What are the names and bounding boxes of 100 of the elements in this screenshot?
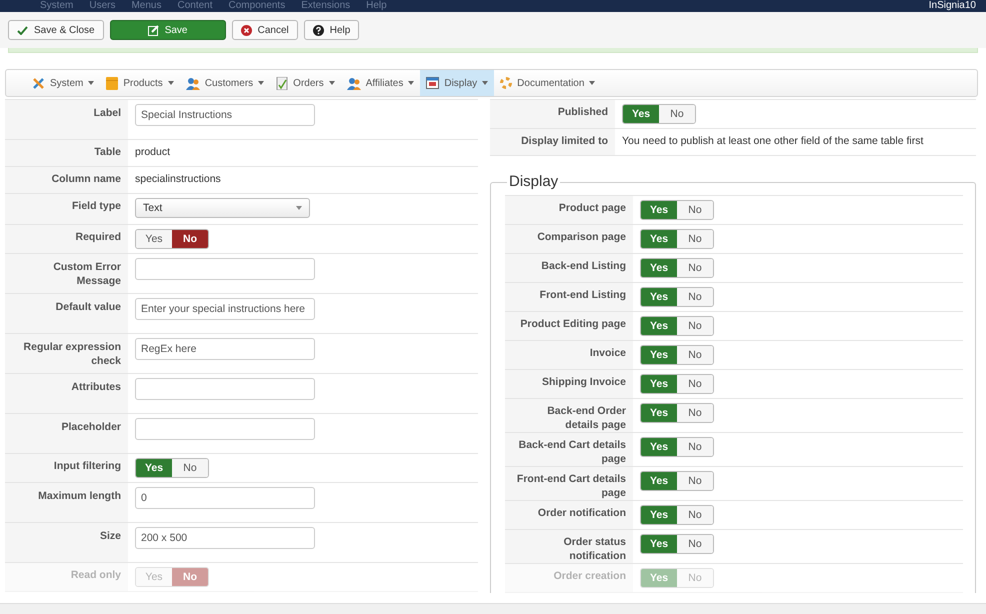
- toggle-option[interactable]: Yes: [641, 346, 677, 364]
- tools-icon: [32, 76, 45, 90]
- toggle-option[interactable]: No: [677, 317, 713, 335]
- field-label: Maximum length: [38, 489, 121, 504]
- section-title: Display: [507, 173, 560, 191]
- field-label: Size: [100, 529, 121, 544]
- toggle-option[interactable]: Yes: [641, 201, 677, 219]
- toggle-option[interactable]: Yes: [136, 459, 172, 477]
- toggle-option[interactable]: No: [172, 230, 208, 248]
- caret-icon: [88, 81, 94, 85]
- toggle-option[interactable]: Yes: [641, 535, 677, 553]
- field-label: Regular expression check: [22, 340, 121, 369]
- text-input[interactable]: RegEx here: [135, 338, 315, 360]
- field-label: Field type: [72, 199, 121, 214]
- field-label: Back-end Listing: [541, 259, 626, 274]
- field-value: You need to publish at least one other field of the same table first: [622, 134, 924, 149]
- toggle-option[interactable]: No: [677, 288, 713, 306]
- toggle-option[interactable]: Yes: [641, 506, 677, 524]
- toggle-option[interactable]: No: [677, 404, 713, 422]
- field-value: specialinstructions: [135, 172, 221, 187]
- toggle-option[interactable]: No: [677, 201, 713, 219]
- cancel-icon: [240, 24, 252, 36]
- field-label: Input filtering: [54, 459, 121, 474]
- field-label: Comparison page: [537, 230, 626, 245]
- toggle-option[interactable]: Yes: [623, 105, 659, 123]
- field-label: Display limited to: [521, 134, 608, 149]
- menu-tab[interactable]: Display: [420, 70, 494, 96]
- caret-icon: [168, 81, 174, 85]
- toggle-option[interactable]: Yes: [641, 317, 677, 335]
- toggle-option[interactable]: No: [677, 506, 713, 524]
- field-label: Product Editing page: [520, 317, 626, 332]
- toggle-option[interactable]: No: [659, 105, 695, 123]
- caret-icon: [258, 81, 264, 85]
- caret-icon: [408, 81, 414, 85]
- lifebuoy-icon: [500, 77, 512, 89]
- menu-tab[interactable]: Orders: [270, 70, 341, 96]
- text-input[interactable]: 200 x 500: [135, 527, 315, 549]
- toggle-option[interactable]: Yes: [641, 230, 677, 248]
- user-name[interactable]: InSignia10: [928, 0, 976, 12]
- text-input[interactable]: [135, 378, 315, 400]
- toggle-option[interactable]: No: [677, 535, 713, 553]
- menu-tab[interactable]: Products: [100, 70, 180, 96]
- toggle-option[interactable]: No: [677, 375, 713, 393]
- cancel-button[interactable]: Cancel: [232, 20, 298, 40]
- people-icon: [346, 76, 361, 90]
- menu-tab[interactable]: System: [26, 70, 100, 96]
- toggle-option[interactable]: Yes: [641, 259, 677, 277]
- help-icon: [312, 24, 324, 36]
- toggle-option[interactable]: Yes: [641, 438, 677, 456]
- field-label: Published: [558, 105, 608, 120]
- field-label: Order creation: [554, 569, 626, 584]
- window-icon: [426, 77, 440, 89]
- field-label: Table: [94, 145, 121, 160]
- toggle-option[interactable]: Yes: [641, 375, 677, 393]
- field-label: Order notification: [538, 506, 626, 521]
- menu-tab[interactable]: Affiliates: [340, 70, 420, 96]
- text-input[interactable]: Enter your special instructions here: [135, 298, 315, 320]
- save-button[interactable]: Save: [110, 20, 226, 40]
- toggle-option[interactable]: Yes: [641, 404, 677, 422]
- edit-icon: [148, 24, 159, 36]
- toggle-option[interactable]: Yes: [641, 288, 677, 306]
- toggle-option[interactable]: Yes: [641, 472, 677, 490]
- menu-tab[interactable]: Customers: [180, 70, 270, 96]
- field-label: Invoice: [590, 346, 626, 361]
- field-label: Order status notification: [562, 535, 626, 563]
- field-label: Column name: [52, 172, 121, 187]
- text-input[interactable]: 0: [135, 487, 315, 509]
- toggle-option[interactable]: No: [677, 230, 713, 248]
- toggle-option[interactable]: No: [677, 259, 713, 277]
- field-label: Attributes: [71, 380, 121, 395]
- field-label: Read only: [70, 568, 121, 583]
- field-label: Back-end Order details page: [546, 404, 626, 432]
- toggle-option[interactable]: Yes: [136, 230, 172, 248]
- toggle-option[interactable]: No: [172, 459, 208, 477]
- field-label: Front-end Listing: [540, 288, 626, 303]
- check-icon: [17, 26, 28, 34]
- caret-icon: [482, 81, 488, 85]
- text-input[interactable]: [135, 418, 315, 440]
- text-input[interactable]: Special Instructions: [135, 104, 315, 126]
- toggle-option[interactable]: No: [677, 438, 713, 456]
- field-label: Front-end Cart details page: [516, 472, 626, 500]
- field-type-select[interactable]: Text: [135, 198, 310, 218]
- field-label: Product page: [558, 201, 626, 216]
- help-button[interactable]: Help: [304, 20, 360, 40]
- text-input[interactable]: [135, 258, 315, 280]
- box-icon: [106, 76, 118, 90]
- menu-tab[interactable]: Documentation: [494, 70, 602, 96]
- field-label: Required: [75, 230, 121, 245]
- field-label: Label: [94, 106, 121, 121]
- field-value: product: [135, 145, 170, 160]
- field-label: Shipping Invoice: [542, 375, 626, 390]
- toggle-option[interactable]: No: [677, 472, 713, 490]
- caret-icon: [296, 206, 302, 210]
- toggle-option[interactable]: No: [677, 346, 713, 364]
- save-close-button[interactable]: Save & Close: [8, 20, 104, 40]
- caret-icon: [589, 81, 596, 85]
- field-label: Placeholder: [61, 420, 121, 435]
- field-label: Custom Error Message: [52, 260, 121, 289]
- caret-icon: [328, 81, 335, 85]
- document-icon: [276, 76, 288, 90]
